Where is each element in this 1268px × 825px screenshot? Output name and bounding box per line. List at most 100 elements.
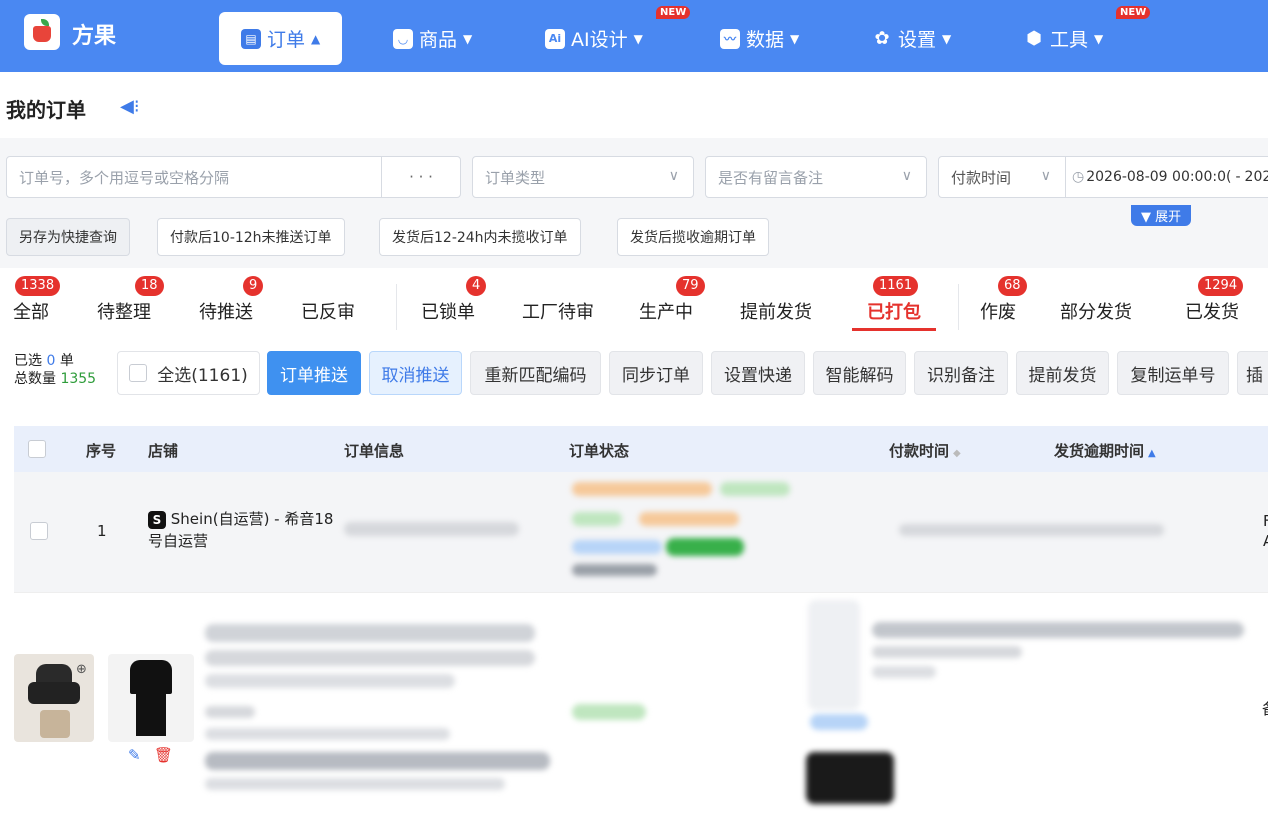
redacted-status-tag [572, 540, 662, 554]
table-header: 序号 店铺 订单信息 订单状态 付款时间 ◆ 发货逾期时间 ▲ [14, 426, 1268, 472]
bag-icon: ◡ [393, 28, 413, 49]
product-image[interactable] [108, 654, 194, 742]
chevron-down-icon: ∨ [901, 168, 912, 184]
speaker-icon[interactable]: ◀︎⁝ [120, 96, 140, 117]
quick-filter-uncollected[interactable]: 发货后12-24h内未揽收订单 [379, 218, 581, 256]
nav-item-ai-design[interactable]: Ai AI设计 ▼ [545, 12, 643, 65]
set-express-button[interactable]: 设置快递 [711, 351, 805, 395]
nav-label: 订单 [267, 29, 306, 51]
selected-count: 0 [46, 353, 56, 369]
tab-factory-review[interactable]: 工厂待审 [508, 284, 608, 334]
recognize-remark-button[interactable]: 识别备注 [914, 351, 1008, 395]
select-all-label: 全选(1161) [157, 365, 248, 386]
select-all-checkbox[interactable]: 全选(1161) [117, 351, 260, 395]
date-separator: - [1235, 169, 1241, 185]
total-count: 1355 [60, 371, 97, 387]
nav-item-data[interactable]: 〰 数据 ▼ [720, 12, 799, 65]
redacted-product-sku [205, 752, 550, 770]
zoom-icon[interactable]: ⊕ [76, 662, 87, 677]
col-pay-time[interactable]: 付款时间 ◆ [889, 440, 961, 461]
gear-icon: ✿ [874, 28, 890, 49]
page-title: 我的订单 [6, 98, 86, 122]
sync-order-button[interactable]: 同步订单 [609, 351, 703, 395]
tab-partial-shipped[interactable]: 部分发货 [1040, 284, 1152, 334]
brand-name[interactable]: 方果 [72, 18, 116, 50]
quick-filter-unpushed[interactable]: 付款后10-12h未推送订单 [157, 218, 345, 256]
remark-select[interactable]: 是否有留言备注 ∨ [705, 156, 927, 198]
nav-item-tools[interactable]: ⬢ 工具 ▼ [1024, 12, 1103, 65]
cancel-push-button[interactable]: 取消推送 [369, 351, 462, 395]
shein-icon: S [148, 510, 166, 529]
shirt-icon [130, 660, 172, 694]
col-label: 付款时间 [889, 442, 950, 460]
nav-label: 设置 [898, 29, 937, 51]
time-type-select[interactable]: 付款时间 ∨ [938, 156, 1066, 198]
more-icon: · · · [409, 168, 433, 186]
header-checkbox[interactable] [28, 440, 46, 458]
redacted-status-tag [572, 512, 622, 526]
redacted-product-title [205, 674, 455, 688]
tab-reversed[interactable]: 已反审 [282, 284, 374, 334]
sort-icon: ◆ [953, 448, 961, 459]
smart-decode-button[interactable]: 智能解码 [813, 351, 906, 395]
col-order-info: 订单信息 [344, 442, 405, 460]
tab-divider [958, 284, 959, 330]
nav-item-settings[interactable]: ✿ 设置 ▼ [872, 12, 951, 65]
redacted-status-tag [639, 512, 739, 526]
logo-icon[interactable] [24, 14, 60, 50]
clock-icon: ◷ [1072, 169, 1085, 185]
trash-icon[interactable]: 🗑 [154, 746, 173, 764]
selected-unit: 单 [59, 353, 74, 369]
tab-count: 1161 [873, 276, 919, 296]
placeholder: 订单号，多个用逗号或空格分隔 [19, 168, 230, 187]
tab-early-shipping[interactable]: 提前发货 [726, 284, 826, 334]
shop-name: S Shein(自运营) - 希音18号自运营 [148, 508, 336, 552]
ai-icon: Ai [545, 28, 565, 49]
col-order-status: 订单状态 [569, 442, 630, 460]
order-number-input[interactable]: 订单号，多个用逗号或空格分隔 [6, 156, 382, 198]
redacted-order-info [344, 522, 519, 536]
caret-down-icon: ▼ [463, 31, 473, 46]
order-type-select[interactable]: 订单类型 ∨ [472, 156, 694, 198]
new-badge: NEW [1116, 6, 1151, 19]
edit-icon[interactable]: ✎ [128, 746, 141, 764]
redacted-tag [810, 714, 868, 730]
date-range-picker[interactable]: ◷ 2026-08-09 00:00:0( - 202 [1065, 156, 1268, 198]
nav-item-orders[interactable]: ▤ 订单 ▲ [219, 12, 343, 65]
copy-waybill-button[interactable]: 复制运单号 [1117, 351, 1229, 395]
save-quick-query-button[interactable]: 另存为快捷查询 [6, 218, 130, 256]
placeholder: 订单类型 [485, 168, 546, 187]
caret-down-icon: ▼ [633, 31, 643, 46]
rematch-code-button[interactable]: 重新匹配编码 [470, 351, 601, 395]
nav-label: 数据 [746, 29, 785, 51]
insert-button[interactable]: 插 [1237, 351, 1268, 395]
nav-label: 商品 [419, 29, 458, 51]
checkbox [129, 364, 148, 382]
more-button[interactable]: · · · [381, 156, 461, 198]
row-edge-text: 备 [1262, 698, 1268, 719]
selected-label: 已选 [14, 353, 42, 369]
tab-divider [396, 284, 397, 330]
cube-icon: ⬢ [1026, 28, 1042, 49]
date-end: 202 [1244, 169, 1268, 185]
early-ship-button[interactable]: 提前发货 [1016, 351, 1109, 395]
caret-up-icon: ▲ [311, 31, 321, 46]
quick-filter-overdue[interactable]: 发货后揽收逾期订单 [617, 218, 769, 256]
total-label: 总数量 [14, 371, 56, 387]
row-checkbox[interactable] [30, 522, 48, 540]
caret-down-icon: ▼ [942, 31, 952, 46]
pants [40, 710, 70, 738]
push-order-button[interactable]: 订单推送 [267, 351, 361, 395]
product-image[interactable]: ⊕ [14, 654, 94, 742]
redacted-image [808, 600, 860, 710]
shirt-body [28, 682, 80, 704]
table-row[interactable]: 1 S Shein(自运营) - 希音18号自运营 F A [14, 472, 1268, 592]
col-ship-due[interactable]: 发货逾期时间 ▲ [1054, 440, 1156, 461]
nav-item-products[interactable]: ◡ 商品 ▼ [393, 12, 472, 65]
expand-toggle[interactable]: ▼ 展开 [1131, 205, 1192, 226]
selected-value: 付款时间 [951, 168, 1012, 187]
active-tab-indicator [852, 328, 936, 331]
redacted-item-status [572, 704, 646, 720]
chart-icon: 〰 [720, 28, 740, 49]
clipboard-icon: ▤ [241, 28, 261, 49]
